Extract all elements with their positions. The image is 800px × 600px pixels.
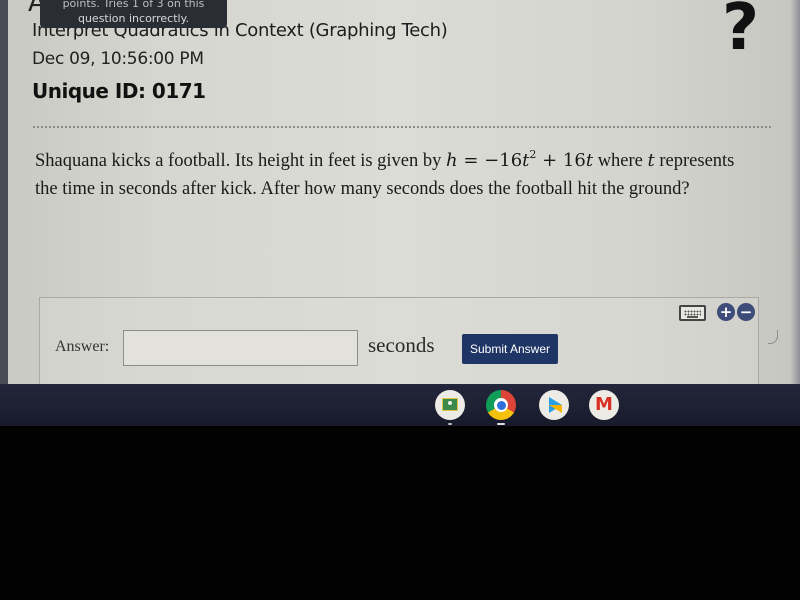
eq-var2: t	[585, 150, 594, 171]
browser-page: A Interpret Quadratics in Context (Graph…	[0, 0, 800, 384]
eq-plus: +	[536, 150, 563, 171]
classroom-glyph	[442, 398, 458, 411]
keyboard-icon[interactable]	[679, 305, 706, 321]
gmail-icon[interactable]: M	[589, 390, 619, 420]
chromeos-shelf	[0, 384, 800, 426]
zoom-in-button[interactable]: +	[717, 303, 735, 321]
classroom-icon[interactable]	[435, 390, 465, 420]
answer-input[interactable]	[123, 330, 358, 366]
chrome-icon[interactable]	[486, 390, 516, 420]
tooltip-line-2: question incorrectly.	[77, 12, 190, 25]
page-scrollbar[interactable]	[790, 0, 800, 384]
play-glyph	[549, 397, 562, 413]
eq-equals: =	[457, 150, 485, 171]
tooltip: points. Tries 1 of 3 on this question in…	[40, 0, 227, 28]
question-text-before: Shaquana kicks a football. Its height in…	[35, 151, 447, 171]
play-store-icon[interactable]	[539, 390, 569, 420]
help-icon[interactable]: ?	[722, 0, 759, 60]
eq-coef2: 16	[562, 150, 586, 171]
answer-label: Answer:	[55, 338, 110, 355]
running-indicator	[448, 423, 452, 425]
chrome-glyph	[494, 398, 508, 412]
question-text: Shaquana kicks a football. Its height in…	[35, 147, 755, 203]
screen-edge	[0, 0, 8, 384]
zoom-out-button[interactable]: −	[737, 303, 755, 321]
assignment-datetime: Dec 09, 10:56:00 PM	[32, 49, 204, 69]
active-indicator	[497, 423, 505, 425]
tooltip-line-1: points. Tries 1 of 3 on this	[62, 0, 205, 10]
variable-t: t	[647, 150, 655, 171]
laptop-bezel	[0, 426, 800, 600]
height-equation: h = −16t2 + 16t	[446, 149, 594, 171]
unit-label: seconds	[368, 333, 435, 357]
eq-minus: −	[484, 150, 500, 171]
unique-id: Unique ID: 0171	[32, 79, 206, 103]
eq-lhs: h	[446, 150, 458, 171]
submit-answer-button[interactable]: Submit Answer	[462, 334, 558, 364]
stray-mark	[768, 330, 778, 344]
question-text-middle: where	[593, 151, 648, 171]
gmail-glyph: M	[595, 394, 613, 415]
divider	[33, 126, 771, 128]
eq-coef1: 16	[499, 150, 523, 171]
